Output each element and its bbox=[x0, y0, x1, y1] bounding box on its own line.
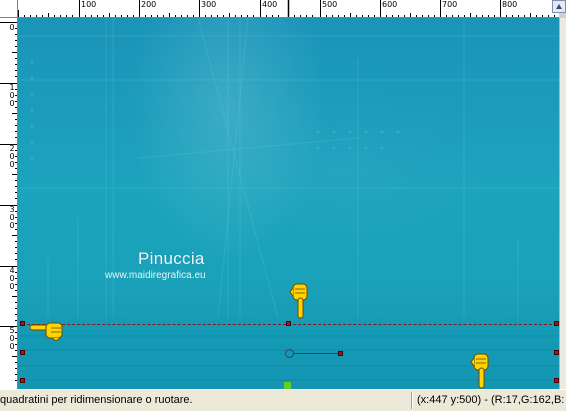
app-window: 100 200 300 400 500 600 700 800 0 1 0 0 … bbox=[0, 0, 566, 411]
ruler-label-400: 400 bbox=[262, 0, 278, 9]
vruler-label-400: 4 0 0 bbox=[9, 266, 15, 291]
horizontal-ruler-ticks bbox=[18, 0, 555, 17]
vruler-label-500: 5 0 0 bbox=[9, 326, 15, 351]
pointing-hand-icon bbox=[289, 283, 308, 319]
vruler-label-300: 3 0 0 bbox=[9, 205, 15, 230]
canvas-texture bbox=[18, 18, 559, 389]
image-canvas[interactable]: Pinuccia www.maidiregrafica.eu bbox=[18, 18, 559, 389]
ruler-corner bbox=[0, 0, 18, 18]
ruler-label-500: 500 bbox=[322, 0, 338, 9]
watermark-site: www.maidiregrafica.eu bbox=[105, 270, 206, 281]
scroll-up-button[interactable] bbox=[552, 0, 566, 13]
ruler-label-300: 300 bbox=[201, 0, 217, 9]
rotation-arm bbox=[294, 353, 342, 354]
status-divider bbox=[411, 392, 413, 409]
ruler-label-200: 200 bbox=[141, 0, 157, 9]
arrow-up-icon bbox=[556, 4, 562, 9]
resize-handle-right-bottom[interactable] bbox=[554, 378, 559, 383]
vertical-scrollbar[interactable] bbox=[559, 18, 566, 389]
rotation-pivot-circle[interactable] bbox=[285, 349, 294, 358]
status-message: quadratini per ridimensionare o ruotare. bbox=[0, 394, 193, 406]
vertical-ruler: 0 1 0 0 2 0 0 3 0 0 4 0 0 5 0 0 bbox=[0, 18, 18, 389]
pointing-hand-icon bbox=[30, 322, 63, 341]
ruler-label-600: 600 bbox=[382, 0, 398, 9]
ruler-label-100: 100 bbox=[81, 0, 97, 9]
status-bar: quadratini per ridimensionare o ruotare.… bbox=[0, 389, 566, 411]
horizontal-ruler: 100 200 300 400 500 600 700 800 bbox=[18, 0, 559, 18]
resize-handle-right-mid[interactable] bbox=[554, 350, 559, 355]
status-coordinates: (x:447 y:500) - (R:17,G:162,B: bbox=[417, 394, 565, 406]
resize-handle-left-mid[interactable] bbox=[20, 350, 25, 355]
resize-handle-left[interactable] bbox=[20, 321, 25, 326]
vruler-label-0: 0 bbox=[9, 23, 15, 32]
rotation-handle[interactable] bbox=[338, 351, 343, 356]
resize-handle-left-bottom[interactable] bbox=[20, 378, 25, 383]
pointing-hand-icon bbox=[470, 353, 489, 389]
resize-handle-right[interactable] bbox=[554, 321, 559, 326]
pivot-marker[interactable] bbox=[284, 382, 291, 389]
ruler-label-800: 800 bbox=[502, 0, 518, 9]
watermark-name: Pinuccia bbox=[138, 249, 205, 268]
ruler-label-700: 700 bbox=[442, 0, 458, 9]
vruler-label-100: 1 0 0 bbox=[9, 83, 15, 108]
vruler-label-200: 2 0 0 bbox=[9, 144, 15, 169]
